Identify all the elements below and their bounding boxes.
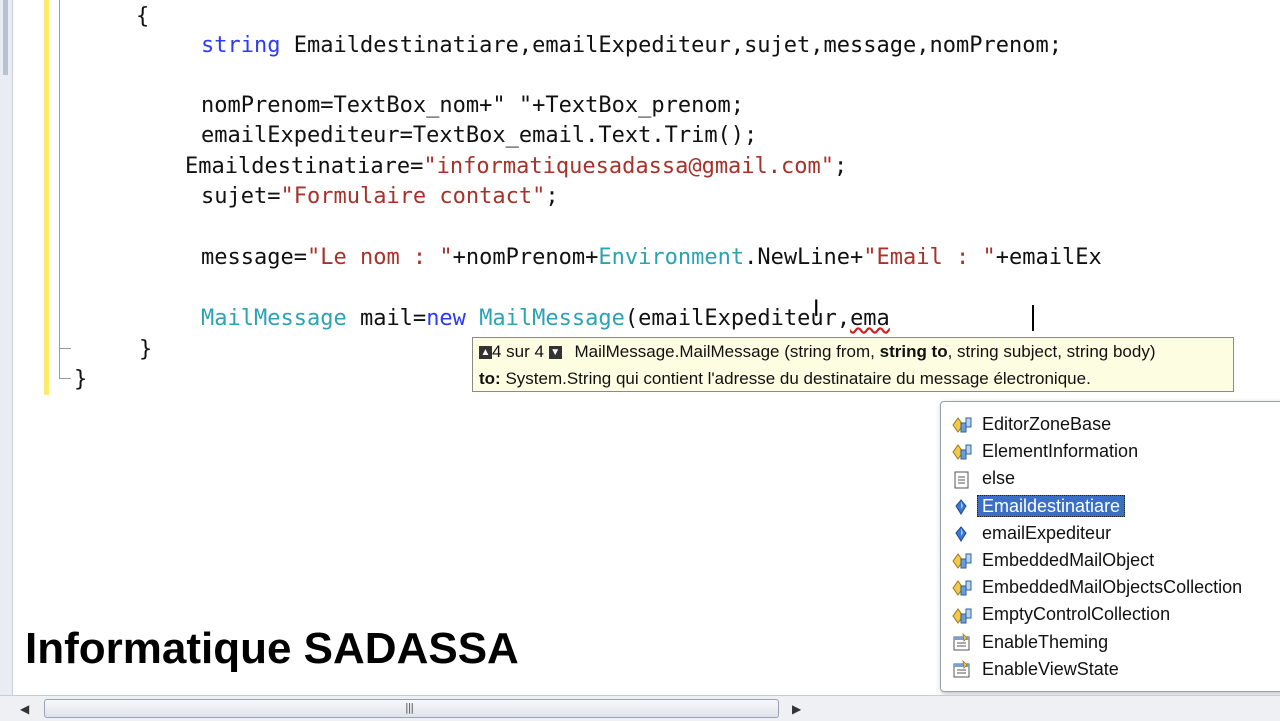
change-tracking-bar bbox=[44, 0, 49, 395]
typed-text: ema bbox=[850, 306, 890, 331]
completion-item-label: EnableTheming bbox=[982, 631, 1109, 652]
class-icon bbox=[951, 415, 973, 435]
string-token: "Le nom : " bbox=[306, 245, 453, 270]
completion-item[interactable]: EditorZoneBase bbox=[951, 412, 1280, 437]
up-arrow-icon[interactable]: ▲ bbox=[479, 346, 492, 360]
code-line-emailexpediteur: emailExpediteur=TextBox_email.Text.Trim(… bbox=[201, 123, 758, 148]
scroll-left-icon[interactable]: ◀ bbox=[20, 702, 29, 716]
vertical-scroll-thumb[interactable] bbox=[3, 0, 8, 75]
code-line-declaration: string Emaildestinatiare,emailExpediteur… bbox=[201, 33, 1062, 58]
outline-tick bbox=[59, 378, 71, 379]
signature-text: MailMessage.MailMessage (string from, st… bbox=[574, 342, 1156, 361]
code-line-nomprenom: nomPrenom=TextBox_nom+" "+TextBox_prenom… bbox=[201, 93, 745, 118]
watermark-text: Informatique SADASSA bbox=[25, 624, 519, 673]
horizontal-scroll-thumb[interactable]: ||| bbox=[44, 699, 779, 718]
keyword-token: new bbox=[426, 306, 466, 331]
down-arrow-icon[interactable]: ▼ bbox=[548, 346, 562, 360]
code-line-message: message="Le nom : "+nomPrenom+Environmen… bbox=[201, 245, 1102, 270]
class-icon bbox=[951, 578, 973, 598]
grip-icon: ||| bbox=[405, 701, 414, 714]
local-variable-icon bbox=[951, 497, 973, 517]
code-line-mailmessage: MailMessage mail=new MailMessage(emailEx… bbox=[201, 306, 890, 331]
completion-item[interactable]: Emaildestinatiare bbox=[951, 494, 1280, 519]
type-token: Environment bbox=[598, 245, 745, 270]
parameter-description: to: System.String qui contient l'adresse… bbox=[479, 369, 1091, 388]
completion-item[interactable]: ElementInformation bbox=[951, 439, 1280, 464]
completion-item[interactable]: EmptyControlCollection bbox=[951, 602, 1280, 627]
overload-counter: 4 sur 4 bbox=[492, 342, 544, 361]
type-token: MailMessage bbox=[201, 306, 347, 331]
snippet-icon bbox=[951, 470, 973, 490]
horizontal-scrollbar[interactable]: ◀ ||| ▶ bbox=[0, 695, 1280, 721]
completion-item[interactable]: EnableViewState bbox=[951, 657, 1280, 682]
signature-help-tooltip: ▲4 sur 4 ▼ MailMessage.MailMessage (stri… bbox=[472, 337, 1234, 392]
completion-item[interactable]: EmbeddedMailObjectsCollection bbox=[951, 575, 1280, 600]
completion-item-label: EmbeddedMailObjectsCollection bbox=[982, 577, 1243, 598]
type-token: MailMessage bbox=[479, 306, 625, 331]
string-token: "Email : " bbox=[863, 245, 996, 270]
class-icon bbox=[951, 606, 973, 626]
property-icon bbox=[951, 659, 973, 680]
code-line-emaildestinataire: Emaildestinatiare="informatiquesadassa@g… bbox=[185, 154, 848, 179]
outline-tick bbox=[59, 348, 71, 349]
completion-list[interactable]: EditorZoneBase ElementInformation else Emai… bbox=[940, 401, 1280, 692]
completion-item-label: EmbeddedMailObject bbox=[982, 550, 1155, 570]
completion-item-label: emailExpediteur bbox=[982, 522, 1112, 543]
keyword-token: string bbox=[201, 33, 281, 58]
code-line-open-brace: { bbox=[136, 4, 150, 29]
completion-item[interactable]: else bbox=[951, 466, 1280, 491]
current-parameter: string to bbox=[879, 342, 948, 361]
class-icon bbox=[951, 442, 973, 462]
local-variable-icon bbox=[951, 524, 973, 544]
property-icon bbox=[951, 632, 973, 653]
class-icon bbox=[951, 551, 973, 571]
completion-item[interactable]: emailExpediteur bbox=[951, 521, 1280, 546]
completion-item-label: Emaildestinatiare bbox=[977, 494, 1126, 517]
scroll-right-icon[interactable]: ▶ bbox=[792, 702, 801, 716]
completion-item-label: EnableViewState bbox=[982, 658, 1119, 679]
completion-item-label: EmptyControlCollection bbox=[982, 604, 1171, 625]
completion-item-label: else bbox=[982, 468, 1016, 489]
completion-item[interactable]: EnableTheming bbox=[951, 630, 1280, 655]
code-line-close-brace-outer: } bbox=[74, 367, 88, 392]
string-token: "Formulaire contact" bbox=[280, 184, 546, 209]
vertical-scrollbar[interactable] bbox=[0, 0, 13, 695]
completion-item[interactable]: EmbeddedMailObject bbox=[951, 548, 1280, 573]
code-line-close-brace-inner: } bbox=[139, 337, 153, 362]
string-token: "informatiquesadassa@gmail.com" bbox=[423, 154, 835, 179]
outline-guide bbox=[59, 0, 60, 378]
code-line-sujet: sujet="Formulaire contact"; bbox=[201, 184, 559, 209]
ibeam-cursor-icon: I bbox=[813, 297, 820, 322]
text-caret bbox=[1032, 305, 1034, 331]
completion-item-label: ElementInformation bbox=[982, 441, 1139, 462]
completion-item-label: EditorZoneBase bbox=[982, 414, 1112, 434]
